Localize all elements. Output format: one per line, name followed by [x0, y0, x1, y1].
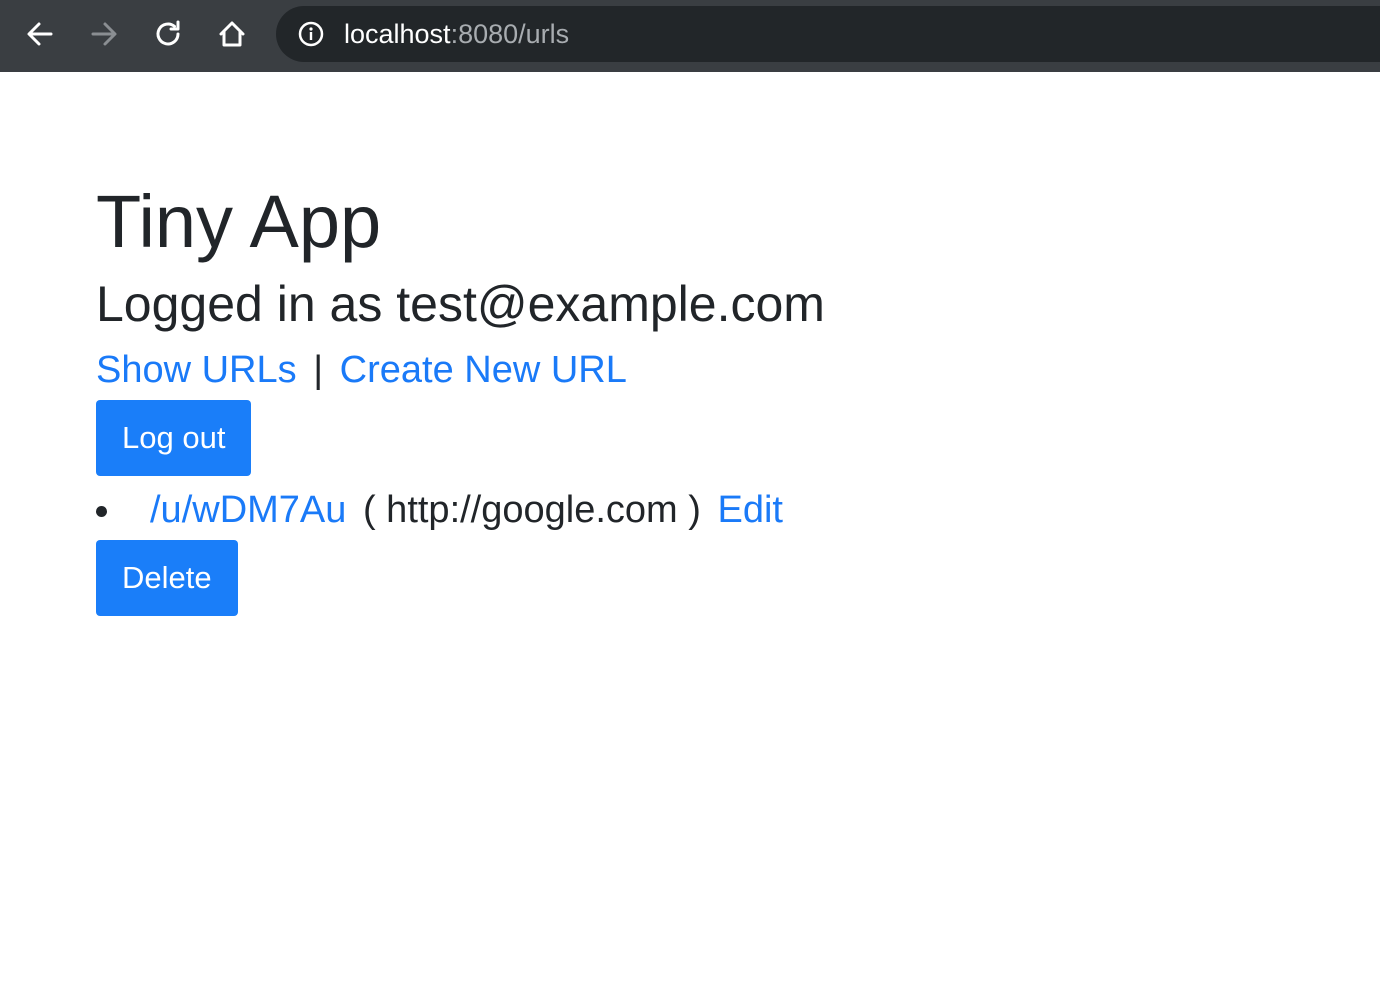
page-content: Tiny App Logged in as test@example.com S… — [96, 180, 1296, 616]
nav-separator: | — [313, 349, 324, 391]
url-host: localhost — [344, 19, 451, 49]
short-url-link[interactable]: /u/wDM7Au — [150, 489, 346, 531]
arrow-right-icon — [91, 22, 117, 46]
reload-button[interactable] — [148, 14, 188, 54]
info-icon[interactable] — [298, 21, 324, 47]
back-button[interactable] — [20, 14, 60, 54]
page-title: Tiny App — [96, 180, 382, 263]
forward-button[interactable] — [84, 14, 124, 54]
bullet-icon — [96, 506, 107, 517]
home-icon — [219, 21, 245, 47]
delete-form: Delete — [96, 540, 1296, 616]
logout-button[interactable]: Log out — [96, 400, 252, 476]
long-url-text: ( http://google.com ) — [362, 489, 701, 531]
show-urls-link[interactable]: Show URLs — [96, 349, 297, 391]
url-path: :8080/urls — [450, 19, 570, 49]
logout-form: Log out — [96, 400, 1296, 476]
arrow-left-icon — [27, 22, 53, 46]
browser-toolbar: localhost:8080/urls — [0, 0, 1380, 72]
logged-in-status: Logged in as test@example.com — [96, 276, 825, 332]
create-new-url-link[interactable]: Create New URL — [340, 349, 627, 391]
address-bar[interactable]: localhost:8080/urls — [276, 6, 1380, 62]
list-item: /u/wDM7Au ( http://google.com ) Edit — [96, 486, 1296, 534]
delete-button[interactable]: Delete — [96, 540, 238, 616]
url-list: /u/wDM7Au ( http://google.com ) Edit — [96, 486, 1296, 534]
reload-icon — [156, 20, 180, 46]
home-button[interactable] — [212, 14, 252, 54]
url-text[interactable]: localhost:8080/urls — [344, 18, 569, 50]
edit-link[interactable]: Edit — [717, 489, 782, 531]
nav-links: Show URLs | Create New URL — [96, 346, 1296, 394]
